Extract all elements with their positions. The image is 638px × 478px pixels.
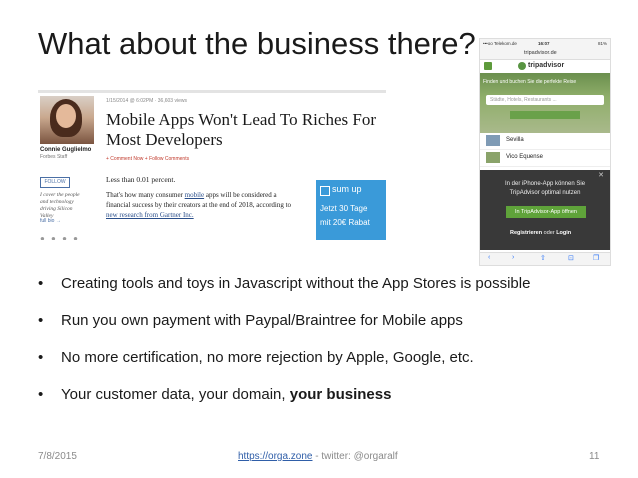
article-meta: 1/15/2014 @ 6:02PM · 36,603 views [106,98,187,104]
sumup-logo-icon [320,186,330,196]
bullet-item: • No more certification, no more rejecti… [38,349,618,386]
footer-link[interactable]: https://orga.zone [238,451,313,462]
phone-screenshot: •••oo Telekom.de 16:07 81% tripadvisor.d… [479,38,611,266]
tripadvisor-owl-icon [518,62,526,70]
follow-button: FOLLOW [40,177,70,188]
bullet-text-prefix: Your customer data, your domain, [61,386,290,403]
tripadvisor-header: tripadvisor [480,60,610,73]
bullet-item: • Run you own payment with Paypal/Braint… [38,312,618,349]
phone-url: tripadvisor.de [524,50,557,56]
forward-icon: › [512,254,515,261]
slide-title: What about the business there? [38,26,476,61]
app-banner-overlay: ✕ In der iPhone-App können Sie TripAdvis… [480,170,610,250]
phone-url-bar: tripadvisor.de [480,48,610,60]
author-role: Forbes Staff [40,154,68,160]
sumup-logo: sum up [332,184,362,194]
author-bio: I cover the people and technology drivin… [40,192,80,219]
article-screenshot: Connie Guglielmo Forbes Staff FOLLOW I c… [38,90,386,240]
social-dots: ● ● ● ● [40,234,80,240]
tripadvisor-hero: Finden und buchen Sie die perfekte Reise… [480,73,610,133]
bullet-text: Run you own payment with Paypal/Braintre… [61,312,463,329]
register-link: Registrieren [510,230,543,236]
article-top-border [38,90,386,93]
slide: What about the business there? Connie Gu… [0,0,638,478]
bullet-item: • Your customer data, your domain, your … [38,386,618,423]
bookmarks-icon: ⊡ [568,255,574,262]
auth-or: oder [542,230,557,236]
sumup-ad-line2: mit 20€ Rabat [320,218,370,227]
bullet-dot: • [38,386,44,403]
app-banner-message: In der iPhone-App können Sie TripAdvisor… [504,181,586,196]
bullet-dot: • [38,349,44,366]
hero-tagline: Finden und buchen Sie die perfekte Reise [483,79,577,85]
share-icon: ⇧ [540,255,546,262]
list-item-name: Vico Equense [506,154,543,160]
carrier-label: •••oo Telekom.de [483,41,517,46]
list-thumbnail [486,135,500,146]
bullet-text: No more certification, no more rejection… [61,349,474,366]
bullet-list: • Creating tools and toys in Javascript … [38,275,618,423]
phone-status-bar: •••oo Telekom.de 16:07 81% [480,39,610,48]
safari-toolbar: ‹ › ⇧ ⊡ ❐ [480,252,610,265]
bullet-dot: • [38,312,44,329]
close-icon: ✕ [598,172,604,179]
list-item: Vico Equense [480,150,610,167]
sumup-ad: sum up Jetzt 30 Tage mit 20€ Rabat [316,180,386,240]
article-body-link-mobile: mobile [184,191,205,199]
battery-label: 81% [597,41,607,46]
bullet-text: Creating tools and toys in Javascript wi… [61,275,531,292]
auth-links: Registrieren oder Login [510,230,571,236]
full-bio-link: full bio → [40,218,61,224]
article-body-part1: That's how many consumer [106,191,185,199]
bullet-dot: • [38,275,44,292]
author-face [56,104,76,128]
clock-label: 16:07 [538,41,550,46]
sumup-ad-line1: Jetzt 30 Tage [320,204,368,213]
footer-date: 7/8/2015 [38,451,77,462]
article-headline: Mobile Apps Won't Lead To Riches For Mos… [106,110,376,149]
menu-icon [484,62,492,70]
list-item-name: Sevilla [506,137,524,143]
login-link: Login [556,230,572,236]
bullet-item: • Creating tools and toys in Javascript … [38,275,618,312]
list-thumbnail [486,152,500,163]
author-name: Connie Guglielmo [40,147,92,153]
footer-center: https://orga.zone - twitter: @orgaralf [238,451,398,462]
article-lead: Less than 0.01 percent. [106,175,176,184]
article-body-link-gartner: new research from Gartner Inc. [106,211,194,219]
bullet-text: Your customer data, your domain, your bu… [61,386,391,403]
footer-twitter: - twitter: @orgaralf [312,451,398,462]
article-body: That's how many consumer mobile apps wil… [106,190,296,220]
hero-button [510,111,580,119]
open-app-button: In TripAdvisor-App öffnen [506,206,586,218]
back-icon: ‹ [488,254,491,261]
list-item: Sevilla [480,133,610,150]
comment-links: + Comment Now + Follow Comments [106,156,190,162]
author-photo [40,96,94,144]
tripadvisor-brand: tripadvisor [528,62,565,69]
phone-search-placeholder: Städte, Hotels, Restaurants ... [490,97,557,103]
bullet-text-bold: your business [289,386,392,403]
phone-search-field: Städte, Hotels, Restaurants ... [486,95,604,105]
page-number: 11 [589,451,600,462]
tabs-icon: ❐ [593,255,600,262]
